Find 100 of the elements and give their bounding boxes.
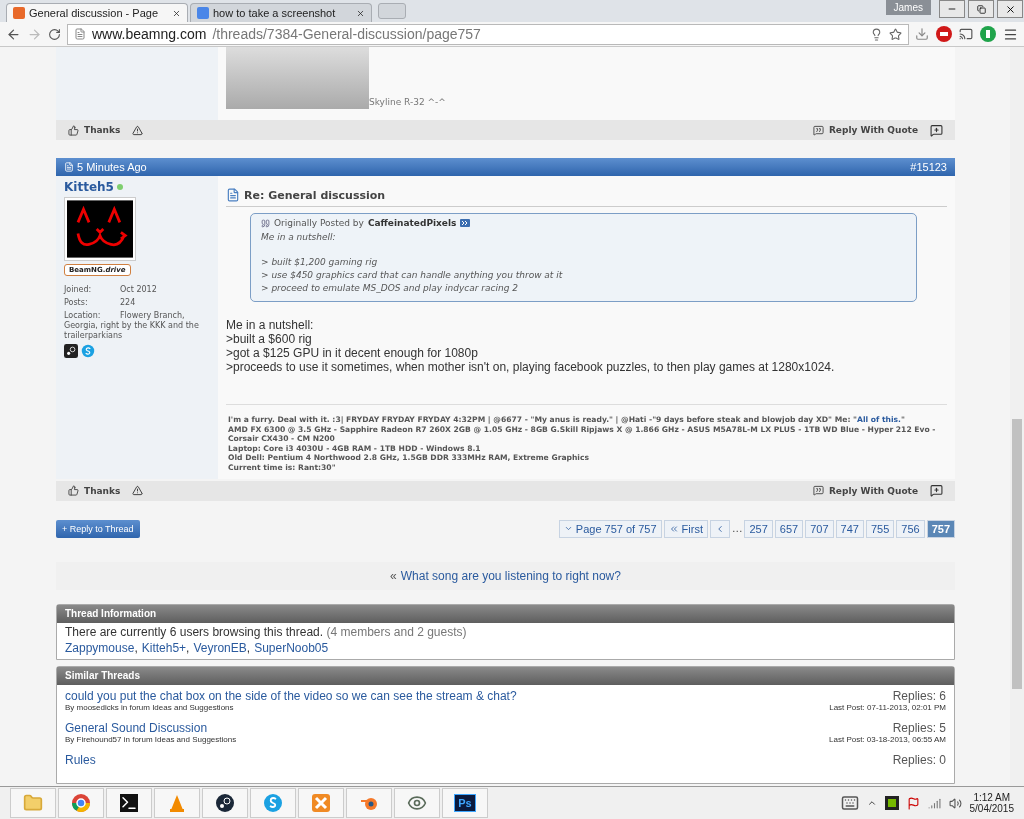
close-icon [1004,3,1016,15]
quote-plus-icon [930,484,943,498]
tray-expand-button[interactable] [866,798,877,808]
report-button[interactable] [132,124,144,136]
scrollbar-thumb[interactable] [1012,419,1022,689]
user-link[interactable]: VeyronEB [193,640,247,655]
favicon-icon [197,7,209,19]
user-link[interactable]: SuperNoob05 [254,640,329,655]
quote-line: > use $450 graphics card that can handle anything you throw at it [261,269,564,282]
browser-tab[interactable]: General discussion - Page [6,3,188,22]
steam-button[interactable] [202,788,248,818]
address-bar[interactable]: www.beamng.com /threads/7384-General-discussion/page757 [67,23,909,45]
forward-arrow-icon [27,26,42,42]
keyboard-button[interactable] [840,794,859,812]
post-title: Re: General discussion [244,188,386,202]
x-logo-app-button[interactable] [298,788,344,818]
photoshop-button[interactable]: Ps [442,788,488,818]
page-number-button[interactable]: 257 [744,519,773,538]
eye-app-button[interactable] [394,788,440,818]
graphics-chip-icon [884,796,899,810]
thread-byline: By moosedicks in forum Ideas and Suggestions [65,702,234,712]
stop-sign-extension-button[interactable] [935,25,953,43]
page-number-button[interactable]: 756 [896,519,925,538]
back-button[interactable] [6,26,21,42]
list-separator: , [246,640,251,655]
list-separator: , [186,640,190,655]
reply-with-quote-button[interactable]: Reply With Quote [812,124,918,136]
menu-icon [1003,26,1018,42]
thread-title-link[interactable]: General Sound Discussion [65,720,208,735]
reply-to-thread-button[interactable]: + Reply to Thread [56,519,140,538]
user-link[interactable]: Kitteh5+ [141,640,187,655]
clock[interactable]: 1:12 AM 5/04/2015 [969,792,1014,814]
close-icon [172,8,181,18]
report-button[interactable] [132,485,144,497]
close-button[interactable] [997,0,1023,18]
username-link[interactable]: Kitteh5 [64,180,210,194]
document-icon [64,162,74,172]
minimize-button[interactable] [939,0,965,18]
browser-tab[interactable]: how to take a screenshot [190,3,372,22]
steam-link[interactable] [64,344,78,358]
chrome-logo-icon [71,793,91,813]
page-number-button[interactable]: 747 [835,519,864,538]
quote-plus-icon [930,123,943,137]
stop-sign-icon [935,25,953,43]
scrollbar[interactable] [1010,47,1024,786]
page-number-button[interactable]: 757 [926,519,955,538]
eye-icon [407,793,427,813]
browsing-users-text: There are currently 6 users browsing this thread. (4 members and 2 guests) [65,624,468,639]
favicon-icon [13,7,25,19]
document-icon [226,188,240,202]
first-page-button[interactable]: First [663,519,708,538]
thanks-button[interactable]: Thanks [68,485,121,497]
profile-stat: Joined: Oct 2012 [64,285,158,295]
x-logo-icon [311,793,331,813]
restore-button[interactable] [968,0,994,18]
menu-button[interactable] [1003,26,1018,42]
thumbs-up-icon [68,485,79,497]
view-post-button[interactable] [460,219,471,227]
folder-icon [23,793,43,813]
warning-icon [132,485,144,497]
chrome-button[interactable] [58,788,104,818]
page-number-button[interactable]: 657 [774,519,804,538]
thread-title-link[interactable]: could you put the chat box on the side of the video so we can see the stream & chat? [65,688,517,703]
graphics-tray-button[interactable] [884,796,899,810]
close-icon [356,8,365,18]
skype-logo-icon [263,793,283,813]
network-button[interactable] [927,796,941,810]
message-line: >built a $600 rig [226,332,313,346]
previous-thread-link[interactable]: What song are you listening to right now? [400,568,621,583]
cast-button[interactable] [959,27,973,41]
post-time: 5 Minutes Ago [77,161,147,173]
quote-bubble-icon [812,485,824,497]
multi-quote-button[interactable] [930,484,943,498]
page-number-button[interactable]: 707 [805,519,834,538]
extension-button[interactable] [979,25,997,43]
reply-with-quote-button[interactable]: Reply With Quote [812,485,918,497]
post-number-link[interactable]: #15123 [910,161,947,173]
download-button[interactable] [915,27,929,41]
page-jump-button[interactable]: Page 757 of 757 [558,519,662,538]
extension-icon [979,25,997,43]
action-center-button[interactable] [906,796,920,810]
reload-icon [48,27,61,41]
thread-information-header: Thread Information [57,604,954,623]
command-prompt-button[interactable] [106,788,152,818]
page-number-button[interactable]: 755 [865,519,895,538]
volume-button[interactable] [948,796,962,810]
thanks-button[interactable]: Thanks [68,124,121,136]
profile-stat: Location: Flowery Branch, Georgia, right by the KKK and the trailerparkians [64,311,200,341]
quote-line: > built $1,200 gaming rig [261,256,379,269]
image-caption: Skyline R-32 ^-^ [369,97,446,107]
blender-button[interactable] [346,788,392,818]
thread-byline: By Firehound57 in forum Ideas and Suggestions [65,734,237,744]
quote-attribution: Originally Posted by [274,218,364,228]
warning-icon [132,124,144,136]
lightbulb-icon [870,27,883,41]
multi-quote-button[interactable] [930,123,943,137]
reload-button[interactable] [48,27,61,41]
speaker-icon [948,796,962,810]
thread-title-link[interactable]: Rules [65,752,96,767]
keyboard-icon [840,794,859,812]
